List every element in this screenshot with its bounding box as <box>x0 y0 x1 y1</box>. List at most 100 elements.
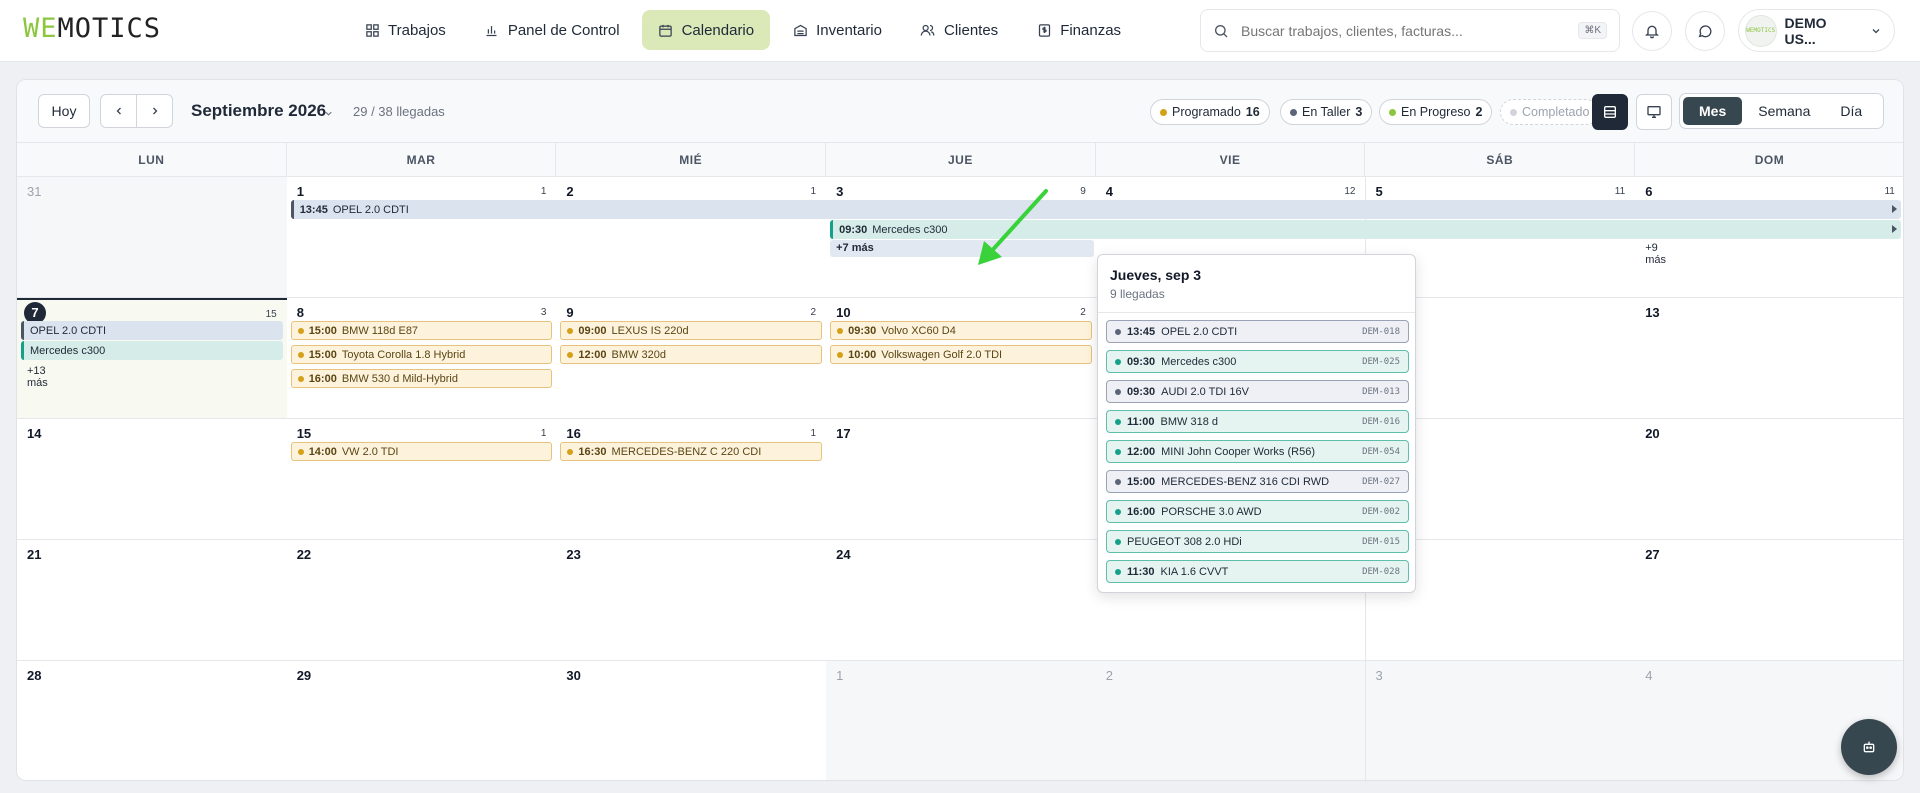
day-number: 20 <box>1645 426 1660 441</box>
day-number: 10 <box>836 305 851 320</box>
event-dot <box>1115 568 1121 575</box>
day-arrival-count: 1 <box>810 428 817 439</box>
span-event-opel[interactable]: 13:45 OPEL 2.0 CDTI <box>290 200 1901 219</box>
event-item[interactable]: 16:00 BMW 530 d Mild-Hybrid <box>290 369 553 388</box>
event-item[interactable]: 16:30 MERCEDES-BENZ C 220 CDI <box>560 442 823 461</box>
day-arrival-count: 11 <box>1884 186 1895 197</box>
search-box[interactable]: ⌘K <box>1200 9 1620 52</box>
popover-event[interactable]: 15:00 MERCEDES-BENZ 316 CDI RWD DEM-027 <box>1106 470 1409 493</box>
day-cell[interactable]: 11 <box>286 177 558 298</box>
status-filter-completado[interactable]: Completado <box>1500 99 1600 125</box>
event-item[interactable]: 09:30 Volvo XC60 D4 <box>830 321 1092 340</box>
event-title: OPEL 2.0 CDTI <box>1161 325 1238 338</box>
event-item[interactable]: 10:00 Volkswagen Golf 2.0 TDI <box>830 345 1092 364</box>
chart-icon <box>484 22 500 38</box>
day-cell[interactable]: 1 <box>826 661 1097 780</box>
day-cell[interactable]: 29 <box>286 661 558 780</box>
display-mode-button[interactable] <box>1636 94 1672 130</box>
span-event-opel-cont[interactable]: OPEL 2.0 CDTI <box>21 321 283 340</box>
event-code: DEM-027 <box>1362 476 1400 487</box>
day-cell[interactable]: 21 <box>556 177 828 298</box>
popover-event[interactable]: 09:30 Mercedes c300 DEM-025 <box>1106 350 1409 373</box>
status-filter-programado[interactable]: Programado 16 <box>1150 99 1270 125</box>
nav-inventario[interactable]: Inventario <box>776 10 898 50</box>
popover-event[interactable]: 11:30 KIA 1.6 CVVT DEM-028 <box>1106 560 1409 583</box>
popover-event[interactable]: 11:00 BMW 318 d DEM-016 <box>1106 410 1409 433</box>
weekday-3: JUE <box>826 143 1096 176</box>
popover-event[interactable]: 09:30 AUDI 2.0 TDI 16V DEM-013 <box>1106 380 1409 403</box>
today-button[interactable]: Hoy <box>38 94 90 128</box>
calendar-toolbar: Hoy Septiembre 2026 29 / 38 llegadas Pro… <box>17 80 1903 143</box>
day-cell[interactable]: 2 <box>1095 661 1367 780</box>
chevron-right-icon <box>147 103 163 119</box>
nav-finanzas[interactable]: Finanzas <box>1020 10 1137 50</box>
event-item[interactable]: 15:00 BMW 118d E87 <box>290 321 553 340</box>
list-view-button[interactable] <box>1592 94 1628 130</box>
status-filter-en-taller[interactable]: En Taller 3 <box>1280 99 1373 125</box>
day-cell[interactable]: 28 <box>17 661 288 780</box>
event-item[interactable]: 15:00 Toyota Corolla 1.8 Hybrid <box>290 345 553 364</box>
view-semana[interactable]: Semana <box>1744 97 1824 125</box>
event-dot <box>837 327 844 334</box>
event-title: Mercedes c300 <box>872 223 948 236</box>
nav-calendario[interactable]: Calendario <box>641 10 771 50</box>
span-event-mercedes-cont[interactable]: Mercedes c300 <box>21 341 283 360</box>
next-month-button[interactable] <box>136 94 173 128</box>
messages-button[interactable] <box>1685 11 1725 51</box>
nav-label: Trabajos <box>388 21 446 39</box>
day-cell[interactable]: 13 <box>1635 298 1903 419</box>
popover-event[interactable]: 13:45 OPEL 2.0 CDTI DEM-018 <box>1106 320 1409 343</box>
popover-event[interactable]: 12:00 MINI John Cooper Works (R56) DEM-054 <box>1106 440 1409 463</box>
day-cell[interactable]: 17 <box>826 419 1097 540</box>
event-dot <box>1115 328 1121 335</box>
day-cell[interactable]: 23 <box>556 540 828 661</box>
status-label: En Taller <box>1302 105 1351 119</box>
day-cell[interactable]: 31 <box>17 177 288 298</box>
more-events-mon7[interactable]: +13 más <box>27 365 48 389</box>
day-cell[interactable]: 24 <box>826 540 1097 661</box>
nav-panel-de-control[interactable]: Panel de Control <box>468 10 636 50</box>
day-cell[interactable]: 16 1 <box>556 419 828 540</box>
nav-label: Calendario <box>681 21 755 39</box>
event-code: DEM-015 <box>1362 536 1400 547</box>
event-title: PORSCHE 3.0 AWD <box>1161 505 1262 518</box>
wemotics-logo[interactable]: WEMOTICS <box>23 13 161 44</box>
notifications-button[interactable] <box>1632 11 1672 51</box>
event-title: OPEL 2.0 CDTI <box>30 324 107 337</box>
event-item[interactable]: 09:00 LEXUS IS 220d <box>560 321 823 340</box>
day-number: 27 <box>1645 547 1660 562</box>
event-item[interactable]: 14:00 VW 2.0 TDI <box>290 442 553 461</box>
event-item[interactable]: 12:00 BMW 320d <box>560 345 823 364</box>
prev-month-button[interactable] <box>100 94 137 128</box>
day-number: 14 <box>27 426 42 441</box>
day-cell[interactable]: 27 <box>1635 540 1903 661</box>
day-cell[interactable]: 20 <box>1635 419 1903 540</box>
status-filter-en-progreso[interactable]: En Progreso 2 <box>1379 99 1493 125</box>
assistant-bot-button[interactable] <box>1841 719 1897 775</box>
event-time: 15:00 <box>308 324 337 337</box>
event-dot <box>1115 448 1121 455</box>
more-events-sun[interactable]: +9 más <box>1645 242 1666 266</box>
day-cell[interactable]: 30 <box>556 661 828 780</box>
day-cell[interactable]: 3 <box>1365 661 1637 780</box>
view-día[interactable]: Día <box>1826 97 1876 125</box>
avatar: WEMOTICS <box>1745 14 1777 47</box>
event-title: MERCEDES-BENZ 316 CDI RWD <box>1161 475 1330 488</box>
day-cell[interactable]: 21 <box>17 540 288 661</box>
nav-trabajos[interactable]: Trabajos <box>348 10 462 50</box>
popover-event[interactable]: 16:00 PORSCHE 3.0 AWD DEM-002 <box>1106 500 1409 523</box>
search-input[interactable] <box>1241 22 1567 39</box>
nav-clientes[interactable]: Clientes <box>904 10 1014 50</box>
event-code: DEM-013 <box>1362 386 1400 397</box>
day-number: 1 <box>836 668 844 683</box>
popover-event[interactable]: PEUGEOT 308 2.0 HDi DEM-015 <box>1106 530 1409 553</box>
day-cell[interactable]: 14 <box>17 419 288 540</box>
user-menu[interactable]: WEMOTICS DEMO US... <box>1738 9 1895 52</box>
view-mes[interactable]: Mes <box>1683 97 1743 125</box>
more-events-thu[interactable]: +7 más <box>830 240 1094 257</box>
month-selector[interactable]: Septiembre 2026 <box>191 101 326 121</box>
span-continue-icon <box>1892 225 1897 233</box>
day-cell[interactable]: 15 1 <box>286 419 558 540</box>
day-cell[interactable]: 22 <box>286 540 558 661</box>
month-chevron-down-icon[interactable] <box>320 105 336 121</box>
